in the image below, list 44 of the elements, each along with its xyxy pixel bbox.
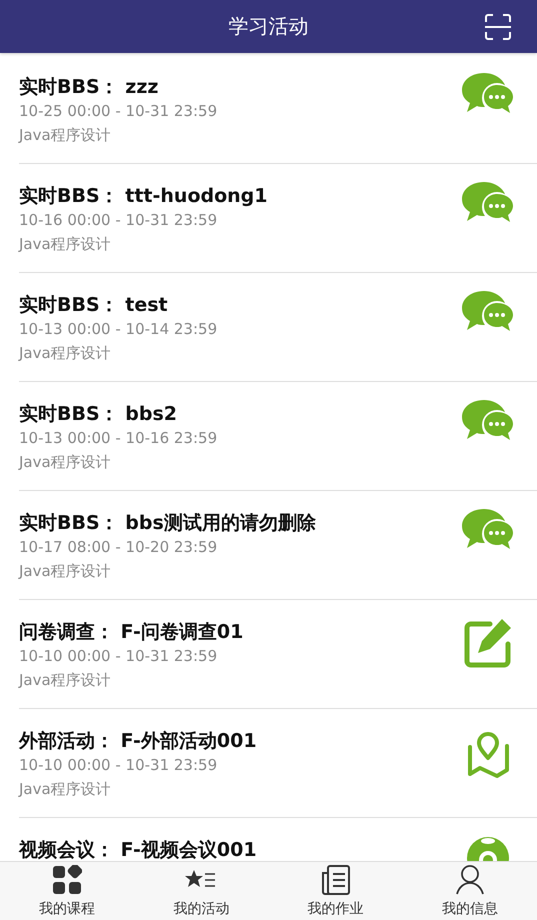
activity-item[interactable]: 实时BBS： bbs2 10-13 00:00 - 10-16 23:59 Java程序设计 bbox=[19, 382, 537, 491]
activity-title: 实时BBS： bbs测试用的请勿删除 bbox=[19, 511, 317, 535]
edit-icon bbox=[462, 618, 514, 670]
page-title: 学习活动 bbox=[228, 13, 308, 40]
course-name: Java程序设计 bbox=[19, 125, 112, 146]
chat-bubbles-icon bbox=[462, 400, 514, 442]
course-name: Java程序设计 bbox=[19, 779, 112, 800]
activity-time: 10-13 00:00 - 10-16 23:59 bbox=[19, 428, 218, 449]
activity-time: 10-17 08:00 - 10-20 23:59 bbox=[19, 537, 218, 558]
activity-title: 实时BBS： zzz bbox=[19, 75, 160, 99]
document-icon bbox=[320, 865, 351, 895]
course-name: Java程序设计 bbox=[19, 452, 112, 473]
activity-item[interactable]: 实时BBS： test 10-13 00:00 - 10-14 23:59 Java程序设计 bbox=[19, 273, 537, 382]
course-name: Java程序设计 bbox=[19, 343, 112, 364]
tab[interactable]: 我的课程 bbox=[0, 862, 134, 920]
activity-title: 实时BBS： ttt-huodong1 bbox=[19, 184, 269, 208]
activity-title: 问卷调查： F-问卷调查01 bbox=[19, 620, 244, 644]
tab[interactable]: 我的信息 bbox=[402, 862, 537, 920]
course-name: Java程序设计 bbox=[19, 234, 112, 255]
activity-time: 10-16 00:00 - 10-31 23:59 bbox=[19, 210, 218, 231]
activity-time: 10-10 00:00 - 10-31 23:59 bbox=[19, 646, 218, 667]
course-name: Java程序设计 bbox=[19, 670, 112, 691]
activity-item[interactable]: 实时BBS： zzz 10-25 00:00 - 10-31 23:59 Java程序设计 bbox=[19, 55, 537, 164]
activity-item[interactable]: 外部活动： F-外部活动001 10-10 00:00 - 10-31 23:59 Java程序设计 bbox=[19, 709, 537, 818]
chat-bubbles-icon bbox=[462, 509, 514, 551]
activity-title: 视频会议： F-视频会议001 bbox=[19, 838, 258, 861]
activity-time: 10-13 00:00 - 10-14 23:59 bbox=[19, 319, 218, 340]
scan-icon[interactable] bbox=[485, 14, 511, 40]
chat-bubbles-icon bbox=[462, 73, 514, 115]
activity-title: 实时BBS： bbs2 bbox=[19, 402, 178, 426]
activity-title: 外部活动： F-外部活动001 bbox=[19, 729, 258, 753]
activity-item[interactable]: 问卷调查： F-问卷调查01 10-10 00:00 - 10-31 23:59 Java程序设计 bbox=[19, 600, 537, 709]
tab[interactable]: 我的活动 bbox=[134, 862, 268, 920]
activity-time: 10-10 00:00 - 10-31 23:59 bbox=[19, 755, 218, 776]
activity-time: 10-25 00:00 - 10-31 23:59 bbox=[19, 101, 218, 122]
activity-item[interactable]: 实时BBS： bbs测试用的请勿删除 10-17 08:00 - 10-20 23:59 Java程序设计 bbox=[19, 491, 537, 600]
grid-icon bbox=[52, 865, 82, 895]
chat-bubbles-icon bbox=[462, 182, 514, 224]
activity-item[interactable]: 实时BBS： ttt-huodong1 10-16 00:00 - 10-31 23:59 Java程序设计 bbox=[19, 164, 537, 273]
person-icon bbox=[456, 865, 484, 895]
chat-bubbles-icon bbox=[462, 291, 514, 333]
activity-title: 实时BBS： test bbox=[19, 293, 169, 317]
tab[interactable]: 我的作业 bbox=[268, 862, 403, 920]
course-name: Java程序设计 bbox=[19, 561, 112, 582]
